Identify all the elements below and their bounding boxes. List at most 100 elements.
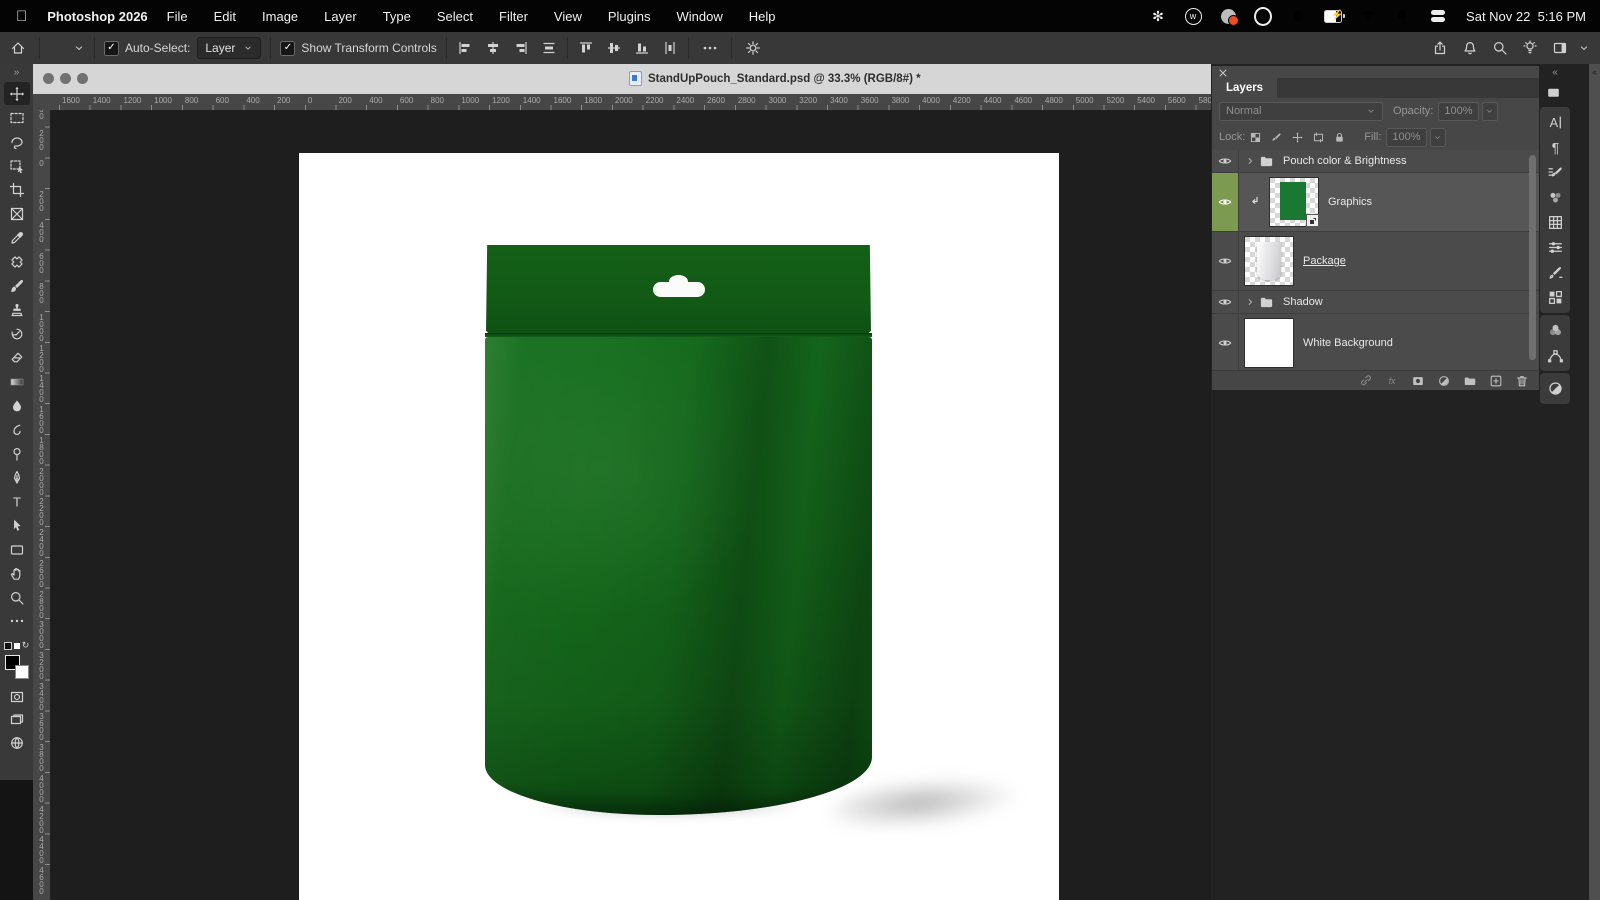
history-brush-tool[interactable] <box>4 322 30 345</box>
brush-tool[interactable] <box>4 274 30 297</box>
eye-icon[interactable] <box>1212 150 1239 172</box>
layer-row-white-background[interactable]: White Background <box>1212 314 1539 370</box>
layer-name[interactable]: White Background <box>1303 337 1393 349</box>
layer-row-package[interactable]: Package <box>1212 232 1539 291</box>
move-tool[interactable] <box>4 82 30 105</box>
eraser-tool[interactable] <box>4 346 30 369</box>
home-icon[interactable] <box>6 36 30 60</box>
collapse-toolbar-icon[interactable]: » <box>14 67 20 78</box>
disclosure-icon[interactable] <box>1245 153 1256 169</box>
layer-style-fx-icon[interactable]: fx <box>1384 373 1399 388</box>
new-group-icon[interactable] <box>1462 373 1477 388</box>
align-bottom-icon[interactable] <box>633 36 651 60</box>
auto-select-checkbox[interactable]: ✓ <box>104 41 119 56</box>
layer-name[interactable]: Pouch color & Brightness <box>1283 155 1407 167</box>
toolbar-ellipsis-icon[interactable] <box>4 609 30 632</box>
w-badge-icon[interactable]: w <box>1184 7 1202 25</box>
fill-adjust-icon[interactable] <box>1542 376 1568 401</box>
layer-name[interactable]: Shadow <box>1283 296 1323 308</box>
apple-icon[interactable]:  <box>16 8 27 25</box>
opacity-field[interactable]: 100% <box>1438 102 1478 121</box>
smudge-tool[interactable] <box>4 418 30 441</box>
menu-plugins[interactable]: Plugins <box>595 9 664 24</box>
horizontal-ruler[interactable]: 1600140012001000800600400200020040060080… <box>50 94 1211 111</box>
time-machine-icon[interactable] <box>1289 7 1307 25</box>
lock-all-icon[interactable] <box>1333 131 1346 144</box>
blur-tool[interactable] <box>4 394 30 417</box>
auto-select-dropdown[interactable]: Layer <box>197 37 261 59</box>
delete-layer-icon[interactable] <box>1514 373 1529 388</box>
lasso-tool[interactable] <box>4 130 30 153</box>
character-panel-icon[interactable]: A <box>1542 110 1568 135</box>
quick-mask-icon[interactable] <box>4 685 30 708</box>
screen-mode-icon[interactable] <box>4 708 30 731</box>
frame-tool[interactable] <box>4 202 30 225</box>
path-selection-tool[interactable] <box>4 514 30 537</box>
document-canvas[interactable] <box>299 153 1059 900</box>
battery-icon[interactable]: ⚡ <box>1324 7 1342 25</box>
shape-tool[interactable] <box>4 538 30 561</box>
crop-tool[interactable] <box>4 178 30 201</box>
pattern-preview-icon[interactable] <box>1542 285 1568 310</box>
brush-settings-icon[interactable] <box>1542 160 1568 185</box>
layer-thumbnail[interactable] <box>1244 236 1294 286</box>
more-options-icon[interactable] <box>698 36 722 60</box>
minimize-window-button[interactable] <box>60 73 71 84</box>
type-tool[interactable]: T <box>4 490 30 513</box>
opacity-scrubber[interactable] <box>1482 102 1498 121</box>
layer-row-pouch-color-brightness[interactable]: Pouch color & Brightness <box>1212 150 1539 173</box>
close-window-button[interactable] <box>43 73 54 84</box>
sphere-icon[interactable] <box>4 731 30 754</box>
search-icon[interactable] <box>1488 36 1512 60</box>
collapse-dock-icon[interactable]: « <box>1540 66 1570 79</box>
vertical-ruler[interactable]: 4002000200400600800100012001400160018002… <box>33 110 51 900</box>
color-harmony-icon[interactable] <box>1542 318 1568 343</box>
canvas-viewport[interactable] <box>50 110 1211 900</box>
gear-icon[interactable] <box>741 36 765 60</box>
move-tool-icon[interactable] <box>49 36 73 60</box>
zoom-window-button[interactable] <box>77 73 88 84</box>
clone-stamp-tool[interactable] <box>4 298 30 321</box>
layers-scrollbar[interactable] <box>1529 155 1536 360</box>
align-right-icon[interactable] <box>512 36 530 60</box>
layer-name[interactable]: Graphics <box>1328 196 1372 208</box>
panel-thumbnail-icon[interactable] <box>1540 80 1566 105</box>
brushes-icon[interactable] <box>1542 260 1568 285</box>
background-color[interactable] <box>15 665 29 679</box>
spotlight-icon[interactable] <box>1394 7 1412 25</box>
chevron-down-icon[interactable] <box>1578 40 1590 56</box>
gradient-tool[interactable] <box>4 370 30 393</box>
patterns-grid-icon[interactable] <box>1542 210 1568 235</box>
align-justify-icon[interactable] <box>540 36 558 60</box>
menu-layer[interactable]: Layer <box>311 9 370 24</box>
close-panel-icon[interactable] <box>1217 68 1229 78</box>
layer-thumbnail[interactable] <box>1244 318 1294 368</box>
foreground-background-swatches[interactable] <box>5 655 29 679</box>
chevron-down-icon[interactable] <box>73 40 85 56</box>
layer-name[interactable]: Package <box>1303 255 1346 267</box>
eye-icon[interactable] <box>1212 314 1239 370</box>
align-top-icon[interactable] <box>577 36 595 60</box>
paragraph-panel-icon[interactable]: ¶ <box>1542 135 1568 160</box>
control-center-icon[interactable] <box>1429 7 1447 25</box>
eye-icon[interactable] <box>1212 232 1239 290</box>
eye-icon[interactable] <box>1212 173 1239 231</box>
spot-healing-tool[interactable] <box>4 250 30 273</box>
fill-scrubber[interactable] <box>1430 128 1446 147</box>
adjustments-icon[interactable] <box>1542 235 1568 260</box>
layer-thumbnail[interactable] <box>1269 177 1319 227</box>
onepassword-icon[interactable] <box>1254 7 1272 25</box>
pen-tool[interactable] <box>4 466 30 489</box>
layer-row-graphics[interactable]: Graphics <box>1212 173 1539 232</box>
lock-paint-icon[interactable] <box>1270 131 1283 144</box>
fill-field[interactable]: 100% <box>1386 128 1426 147</box>
tab-layers[interactable]: Layers <box>1212 78 1277 98</box>
adjustment-layer-icon[interactable] <box>1436 373 1451 388</box>
menu-file[interactable]: File <box>154 9 201 24</box>
distribute-h-icon[interactable] <box>661 36 679 60</box>
layer-row-shadow[interactable]: Shadow <box>1212 291 1539 314</box>
wifi-icon[interactable] <box>1359 7 1377 25</box>
add-mask-icon[interactable] <box>1410 373 1425 388</box>
object-selection-tool[interactable] <box>4 154 30 177</box>
new-layer-icon[interactable] <box>1488 373 1503 388</box>
